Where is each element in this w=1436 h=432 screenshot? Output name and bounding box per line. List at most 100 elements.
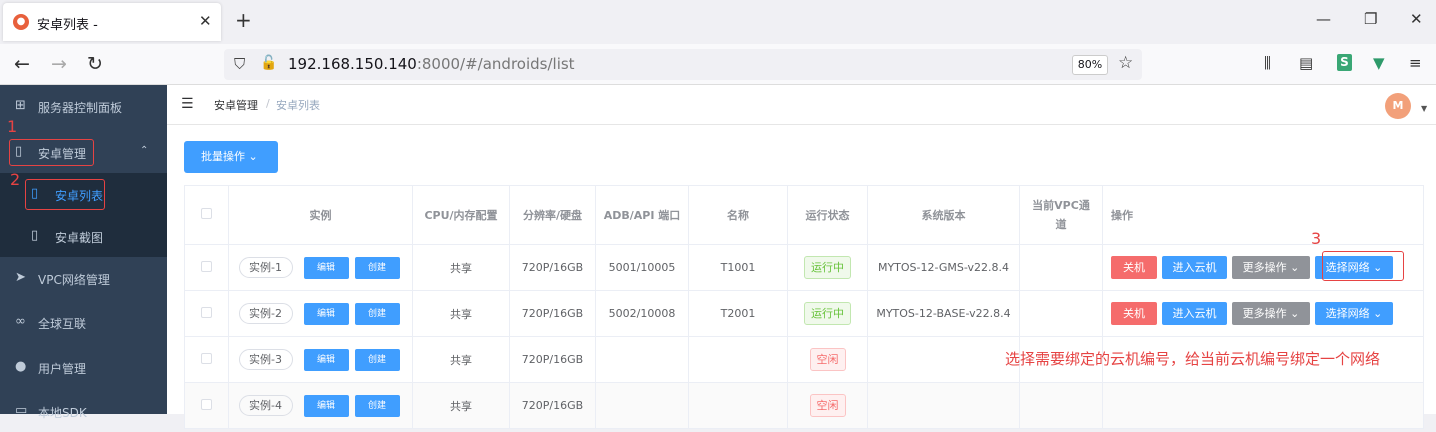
sidebar-toggle-icon[interactable]: ▤ (1299, 54, 1313, 72)
extension-s-icon[interactable]: S (1337, 54, 1352, 71)
breadcrumb-android-list: 安卓列表 (276, 97, 320, 113)
zoom-level[interactable]: 80% (1072, 55, 1108, 75)
reload-icon[interactable]: ↻ (87, 53, 103, 75)
col-vpc: 当前VPC通道 (1020, 186, 1103, 245)
vue-devtools-icon[interactable]: ▼ (1373, 54, 1385, 72)
more-ops-button[interactable]: 更多操作 ⌄ (1232, 256, 1310, 279)
more-ops-label: 更多操作 (1243, 261, 1287, 274)
tab-title: 安卓列表 - (37, 14, 98, 33)
screenshot-icon: ▯ (31, 228, 38, 243)
select-all-cell[interactable] (185, 186, 229, 245)
back-icon[interactable]: ← (14, 53, 30, 75)
sidebar-item-label: 用户管理 (38, 360, 86, 377)
hamburger-icon[interactable]: ☰ (181, 96, 194, 112)
name-cell (689, 383, 788, 429)
operations-cell (1103, 383, 1424, 429)
annotation-number-3: 3 (1311, 229, 1321, 248)
annotation-box-android-list (25, 179, 105, 210)
avatar[interactable]: M (1385, 93, 1411, 119)
tab-close-icon[interactable]: ✕ (199, 12, 212, 30)
cpu-cell: 共享 (413, 245, 510, 291)
minimize-icon[interactable]: — (1316, 10, 1331, 28)
insecure-lock-icon[interactable]: 🔓 (260, 55, 277, 71)
sidebar-item-server-panel[interactable]: ⊞ 服务器控制面板 (0, 85, 167, 127)
row-checkbox[interactable] (201, 399, 212, 410)
version-cell (868, 383, 1020, 429)
instance-tag: 实例-4 (239, 395, 293, 416)
cpu-cell: 共享 (413, 291, 510, 337)
col-port: ADB/API 端口 (596, 186, 689, 245)
restore-icon[interactable]: ❐ (1364, 10, 1377, 28)
url-bar[interactable]: ⛉ 🔓 192.168.150.140:8000/#/androids/list… (224, 49, 1142, 80)
select-network-label: 选择网络 (1326, 307, 1370, 320)
version-cell: MYTOS-12-BASE-v22.8.4 (868, 291, 1020, 337)
resolution-cell: 720P/16GB (510, 383, 596, 429)
breadcrumb-android-manage[interactable]: 安卓管理 (214, 97, 258, 113)
library-icon[interactable]: ⫼ (1264, 54, 1271, 72)
server-icon: ⊞ (15, 98, 26, 113)
bookmark-star-icon[interactable]: ☆ (1118, 53, 1133, 73)
new-tab-icon[interactable]: + (235, 8, 252, 32)
vpc-cell (1020, 291, 1103, 337)
status-badge: 空闲 (810, 348, 846, 371)
enter-cloud-button[interactable]: 进入云机 (1162, 256, 1227, 279)
sidebar-item-label: 全球互联 (38, 315, 86, 332)
sidebar-item-local-sdk[interactable]: ▭ 本地SDK (0, 390, 167, 432)
batch-operation-label: 批量操作 (201, 150, 245, 163)
edit-button[interactable]: 编辑 (304, 395, 349, 417)
sidebar-item-label: 安卓截图 (55, 229, 103, 246)
batch-operation-button[interactable]: 批量操作 ⌄ (184, 141, 278, 173)
url-text[interactable]: 192.168.150.140:8000/#/androids/list (288, 55, 575, 73)
status-badge: 运行中 (804, 302, 851, 325)
forward-icon[interactable]: → (51, 53, 67, 75)
row-checkbox[interactable] (201, 307, 212, 318)
chevron-down-icon: ⌄ (249, 150, 258, 163)
select-all-checkbox[interactable] (201, 208, 212, 219)
link-icon: ∞ (15, 314, 26, 329)
cpu-cell: 共享 (413, 337, 510, 383)
edit-button[interactable]: 编辑 (304, 257, 349, 279)
annotation-number-1: 1 (7, 117, 17, 136)
browser-tab-bar: ● 安卓列表 - ✕ + — ❐ ✕ (0, 0, 1436, 44)
vpc-cell (1020, 383, 1103, 429)
port-cell (596, 383, 689, 429)
shutdown-button[interactable]: 关机 (1111, 302, 1157, 325)
caret-down-icon[interactable]: ▼ (1421, 104, 1427, 113)
breadcrumb-separator: / (266, 97, 270, 110)
col-version: 系统版本 (868, 186, 1020, 245)
table-row: 实例-1编辑创建 共享 720P/16GB 5001/10005 T1001 运… (185, 245, 1424, 291)
shutdown-button[interactable]: 关机 (1111, 256, 1157, 279)
sidebar-item-vpc[interactable]: ➤ VPC网络管理 (0, 257, 167, 299)
create-button[interactable]: 创建 (355, 349, 400, 371)
table-row: 实例-2编辑创建 共享 720P/16GB 5002/10008 T2001 运… (185, 291, 1424, 337)
create-button[interactable]: 创建 (355, 303, 400, 325)
sidebar-item-global-link[interactable]: ∞ 全球互联 (0, 301, 167, 343)
col-operations: 操作 (1103, 186, 1424, 245)
vpc-cell (1020, 245, 1103, 291)
port-cell: 5002/10008 (596, 291, 689, 337)
sidebar-item-android-screenshot[interactable]: ▯ 安卓截图 (0, 215, 167, 257)
menu-icon[interactable]: ≡ (1409, 54, 1422, 72)
sidebar-item-user-manage[interactable]: ● 用户管理 (0, 346, 167, 388)
browser-tab[interactable]: ● 安卓列表 - ✕ (3, 3, 221, 41)
send-icon: ➤ (15, 270, 26, 285)
edit-button[interactable]: 编辑 (304, 349, 349, 371)
top-navbar: ☰ 安卓管理 / 安卓列表 M ▼ (167, 85, 1436, 125)
row-checkbox[interactable] (201, 353, 212, 364)
row-checkbox[interactable] (201, 261, 212, 272)
version-cell (868, 337, 1020, 383)
sidebar-item-label: VPC网络管理 (38, 271, 110, 288)
create-button[interactable]: 创建 (355, 395, 400, 417)
annotation-box-select-network (1322, 251, 1404, 281)
create-button[interactable]: 创建 (355, 257, 400, 279)
window-close-icon[interactable]: ✕ (1410, 10, 1423, 28)
col-status: 运行状态 (788, 186, 868, 245)
select-network-button[interactable]: 选择网络 ⌄ (1315, 302, 1393, 325)
enter-cloud-button[interactable]: 进入云机 (1162, 302, 1227, 325)
port-cell: 5001/10005 (596, 245, 689, 291)
edit-button[interactable]: 编辑 (304, 303, 349, 325)
sidebar: ⊞ 服务器控制面板 ▯ 安卓管理 ⌃ ▯ 安卓列表 ▯ 安卓截图 ➤ VPC网络… (0, 85, 167, 414)
col-resolution: 分辨率/硬盘 (510, 186, 596, 245)
shield-icon[interactable]: ⛉ (234, 55, 245, 73)
more-ops-button[interactable]: 更多操作 ⌄ (1232, 302, 1310, 325)
